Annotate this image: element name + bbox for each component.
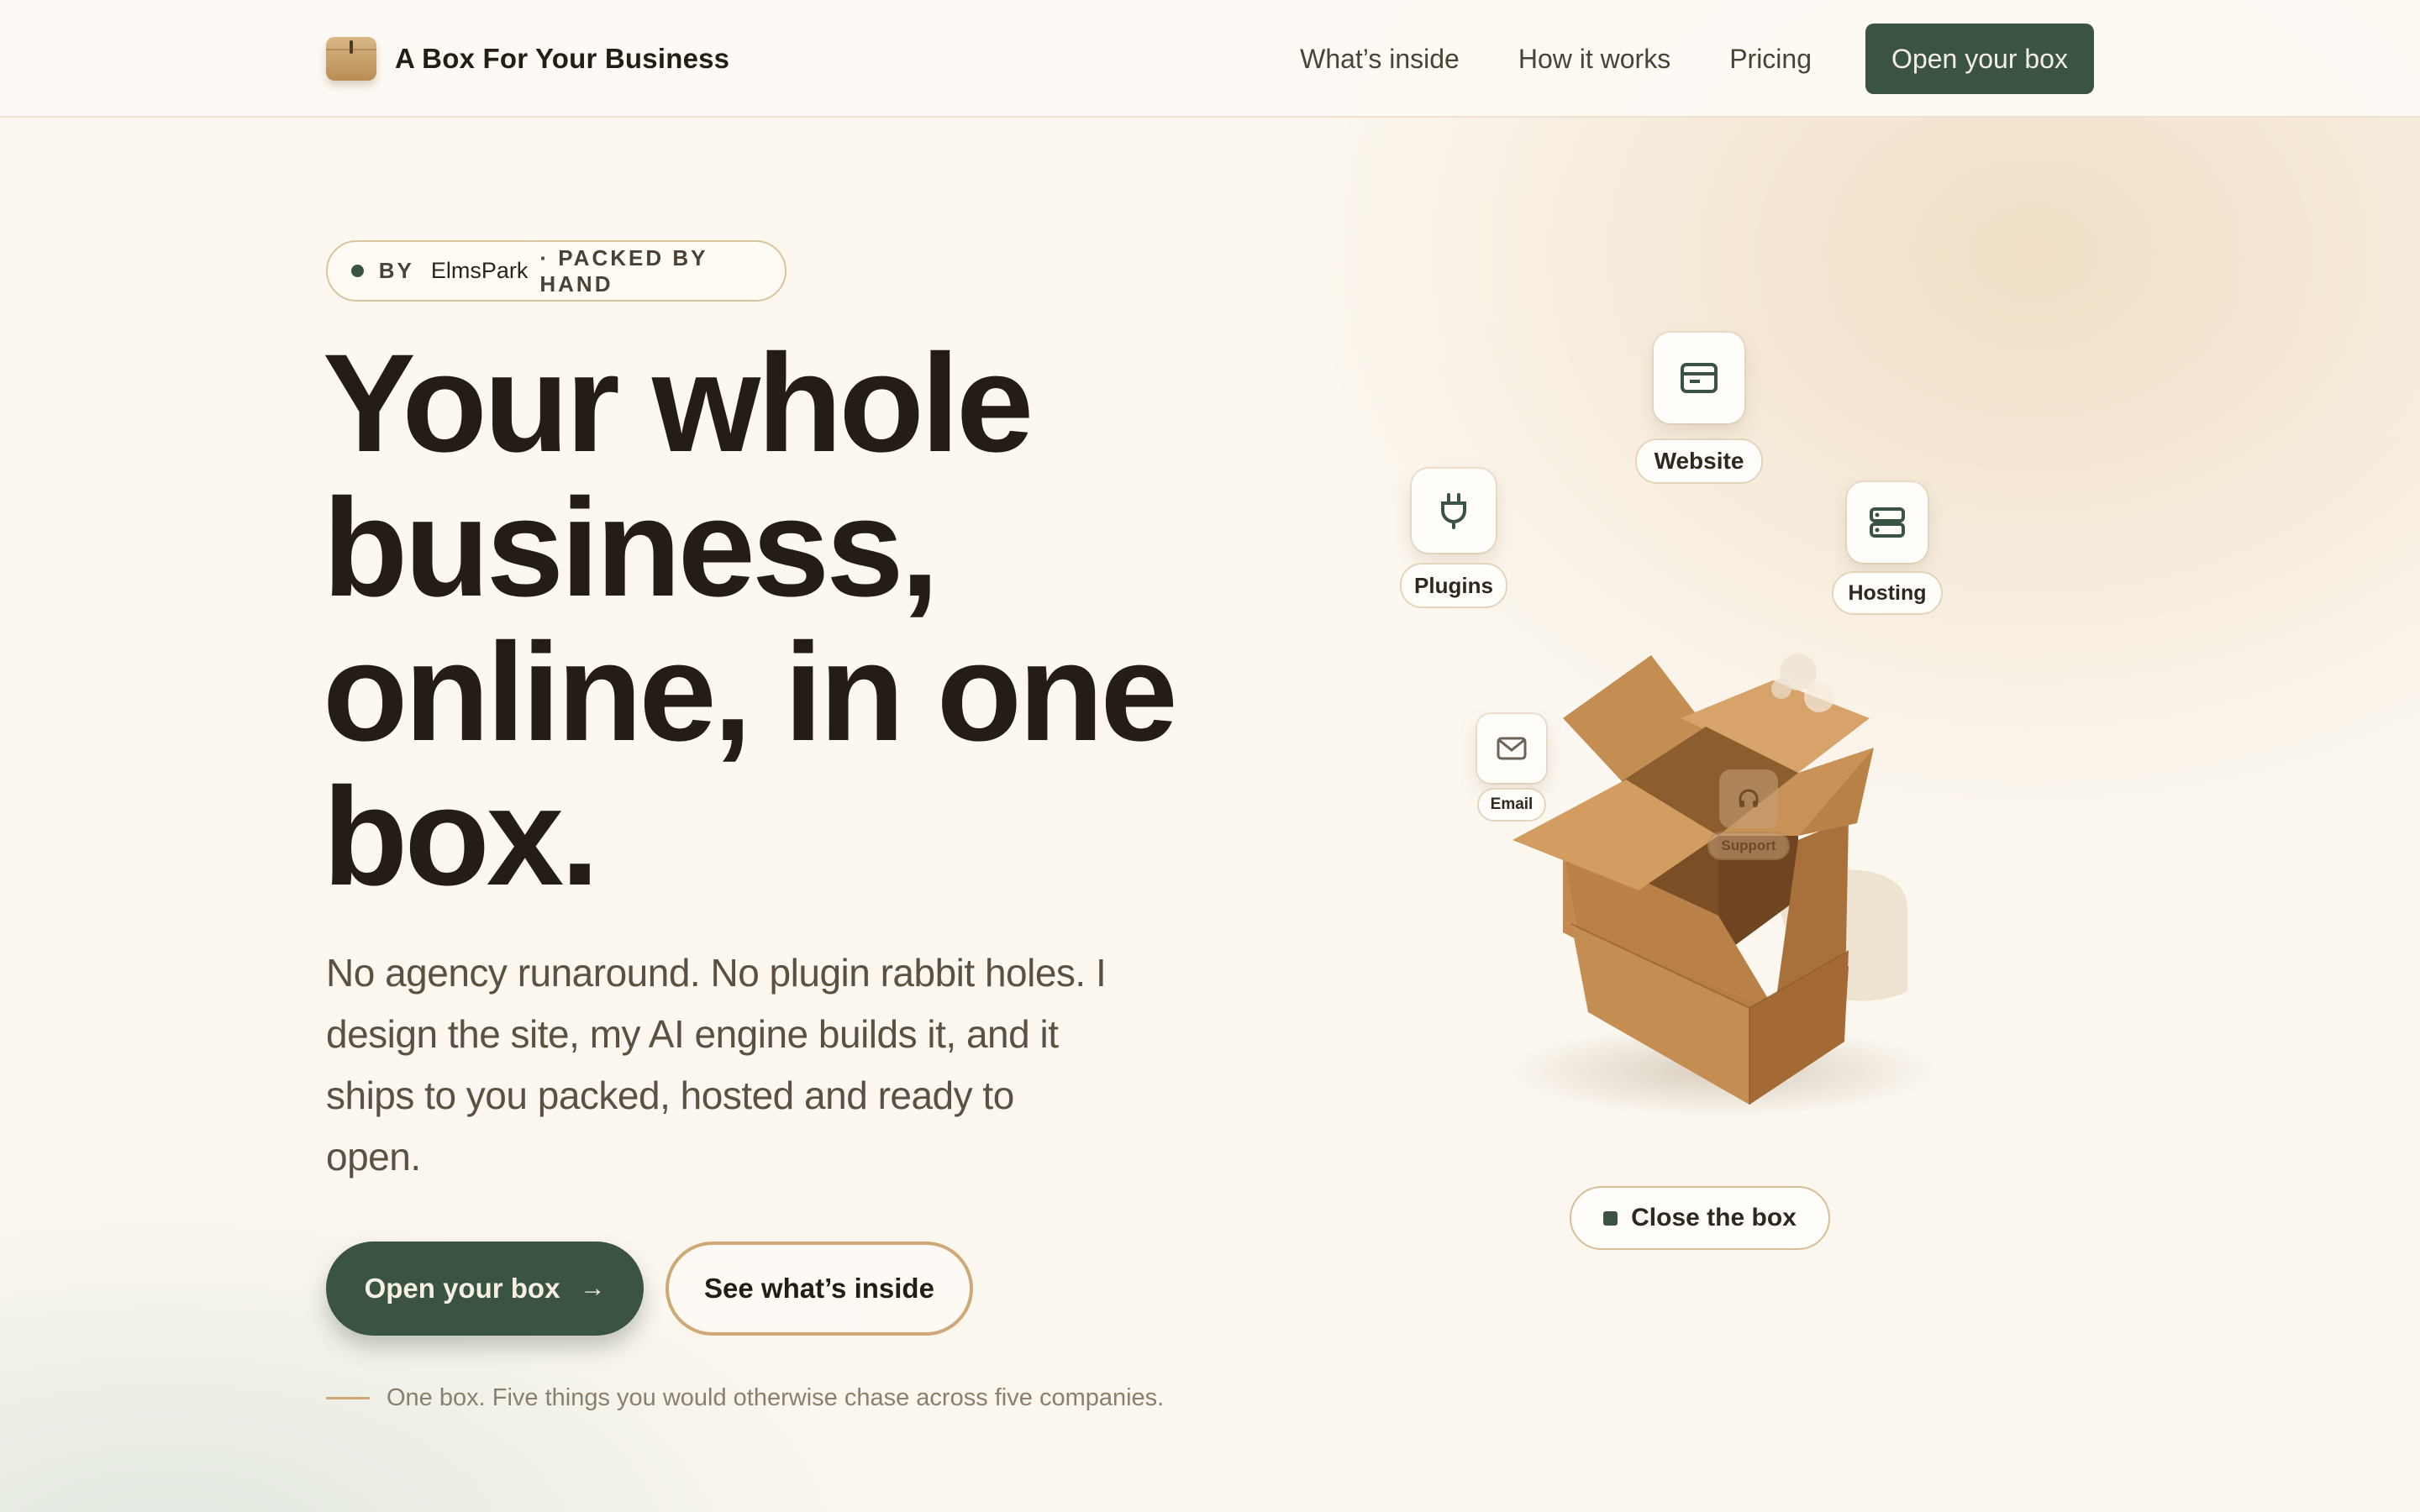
email-label: Email: [1477, 788, 1546, 822]
website-icon: [1654, 333, 1744, 423]
header-open-box-button[interactable]: Open your box: [1865, 24, 2094, 94]
headline-line: box.: [323, 759, 599, 915]
plugins-label: Plugins: [1400, 563, 1507, 608]
brand[interactable]: A Box For Your Business: [326, 35, 729, 82]
badge-prefix: BY: [378, 258, 414, 283]
maker-badge: BY ElmsPark · PACKED BY HAND: [326, 240, 786, 302]
nav-link-how-it-works[interactable]: How it works: [1518, 44, 1670, 75]
hero-footnote: One box. Five things you would otherwise…: [326, 1381, 1164, 1415]
hosting-label: Hosting: [1832, 571, 1943, 615]
hero-subtext: No agency runaround. No plugin rabbit ho…: [326, 951, 1107, 1179]
brand-name: A Box For Your Business: [395, 43, 730, 74]
footnote-text: One box. Five things you would otherwise…: [387, 1383, 1165, 1411]
open-your-box-button[interactable]: Open your box →: [326, 1242, 644, 1336]
badge-brand: ElmsPark: [430, 258, 529, 283]
mail-icon: [1477, 714, 1546, 783]
open-your-box-label: Open your box: [364, 1273, 560, 1304]
nav-link-pricing[interactable]: Pricing: [1729, 44, 1812, 75]
headline-line: online, in one: [323, 615, 1178, 770]
website-item: Website: [1635, 333, 1763, 484]
box-logo-icon: [326, 37, 376, 81]
headline-line: business,: [323, 470, 939, 626]
plug-icon: [1412, 469, 1496, 553]
open-cardboard-box-illustration: [1512, 654, 1907, 1105]
nav-link-whats-inside[interactable]: What’s inside: [1300, 44, 1460, 75]
close-the-box-label: Close the box: [1631, 1204, 1797, 1231]
stop-square-icon: [1603, 1210, 1618, 1226]
headline-line: Your whole: [323, 326, 1034, 481]
headphones-icon: [1719, 769, 1778, 828]
support-item: Support: [1707, 769, 1790, 860]
arrow-right-icon: →: [580, 1274, 606, 1302]
see-whats-inside-button[interactable]: See what’s inside: [666, 1242, 973, 1336]
hosting-item: Hosting: [1832, 482, 1943, 615]
support-label: Support: [1707, 832, 1790, 860]
email-item: Email: [1477, 714, 1546, 822]
server-icon: [1847, 482, 1928, 563]
dot-icon: [351, 265, 364, 277]
badge-suffix: · PACKED BY HAND: [539, 244, 708, 297]
hero-headline: Your whole business, online, in one box.: [323, 326, 1178, 915]
close-the-box-button[interactable]: Close the box: [1570, 1186, 1830, 1250]
plugins-item: Plugins: [1400, 469, 1507, 608]
main-nav: What’s inside How it works Pricing Open …: [1300, 24, 2094, 94]
site-header: A Box For Your Business What’s inside Ho…: [0, 0, 2420, 118]
divider-line: [326, 1396, 370, 1399]
website-label: Website: [1635, 438, 1763, 484]
